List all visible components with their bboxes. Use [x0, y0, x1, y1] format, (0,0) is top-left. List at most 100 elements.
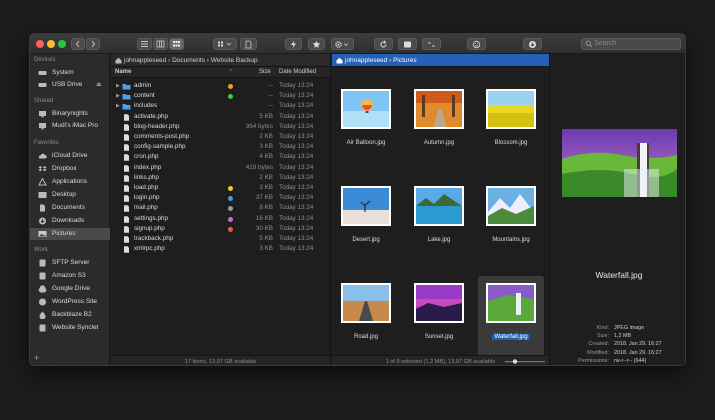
- table-row[interactable]: config-sample.php 3 KB Today 13:24: [111, 142, 330, 152]
- column-header: Name ^ Size Date Modified: [111, 67, 330, 78]
- php-file-icon: [124, 246, 129, 253]
- sidebar-item-wordpress-site[interactable]: WordPress Site: [30, 296, 110, 308]
- sidebar-item-desktop[interactable]: Desktop: [30, 189, 110, 201]
- terminal-button[interactable]: [398, 38, 417, 50]
- new-file-button[interactable]: [240, 38, 257, 50]
- sidebar-item-documents[interactable]: Documents: [30, 202, 110, 214]
- color-tag: [228, 226, 233, 232]
- forward-button[interactable]: [86, 38, 100, 50]
- sidebar-item-downloads[interactable]: Downloads: [30, 215, 110, 227]
- table-row[interactable]: comments-post.php 2 KB Today 13:24: [111, 132, 330, 142]
- refresh-button[interactable]: [374, 38, 393, 50]
- table-row[interactable]: login.php 37 KB Today 13:24: [111, 193, 330, 203]
- breadcrumb-item[interactable]: Documents: [172, 57, 205, 64]
- table-row[interactable]: index.php 418 bytes Today 13:24: [111, 163, 330, 173]
- icon-item[interactable]: Sunset.jpg: [406, 276, 472, 356]
- toolbar: Search: [30, 34, 685, 54]
- add-sidebar-item-button[interactable]: +: [34, 353, 39, 363]
- table-row[interactable]: mail.php 8 KB Today 13:24: [111, 203, 330, 213]
- hard-drive-icon: [38, 71, 47, 75]
- sidebar-item-dropbox[interactable]: Dropbox: [30, 163, 110, 175]
- disclosure-triangle-icon[interactable]: ▶: [116, 81, 120, 91]
- table-row[interactable]: blog-header.php 364 bytes Today 13:24: [111, 122, 330, 132]
- table-row[interactable]: ▶ admin -- Today 13:24: [111, 81, 330, 91]
- php-file-icon: [124, 205, 129, 213]
- table-row[interactable]: activate.php 5 KB Today 13:24: [111, 112, 330, 122]
- sidebar-item-system[interactable]: System: [30, 67, 110, 79]
- search-placeholder: Search: [594, 40, 617, 47]
- sidebar-item-label: System: [52, 69, 74, 76]
- sidebar-item-website-synclet[interactable]: Website Synclet: [30, 322, 110, 334]
- icon-item[interactable]: Blossom.jpg: [478, 82, 544, 162]
- connect-button[interactable]: [422, 38, 441, 50]
- icon-item[interactable]: Mountains.jpg: [478, 179, 544, 259]
- column-view-button[interactable]: [153, 38, 168, 50]
- sidebar-item-google-drive[interactable]: Google Drive: [30, 283, 110, 295]
- sidebar-item-applications[interactable]: Applications: [30, 176, 110, 188]
- table-row[interactable]: load.php 3 KB Today 13:24: [111, 183, 330, 193]
- php-file-icon: [124, 175, 129, 182]
- search-input[interactable]: Search: [581, 38, 681, 50]
- file-size: 418 bytes: [245, 163, 273, 171]
- download-button[interactable]: [523, 38, 542, 50]
- sidebar-item-label: USB Drive: [52, 81, 83, 88]
- sidebar-item-icloud-drive[interactable]: iCloud Drive: [30, 150, 110, 162]
- file-size: 2 KB: [259, 173, 273, 181]
- sidebar-item-imac-pro[interactable]: Mudi's iMac Pro: [30, 120, 110, 132]
- action-menu-button[interactable]: [331, 38, 354, 50]
- icon-item[interactable]: Road.jpg: [333, 276, 399, 356]
- emoji-button[interactable]: [467, 38, 486, 50]
- sidebar-item-binarynights[interactable]: Binarynights: [30, 108, 110, 120]
- table-row[interactable]: links.php 2 KB Today 13:24: [111, 173, 330, 183]
- table-row[interactable]: xmlrpc.php 3 KB Today 13:24: [111, 244, 330, 254]
- size-column-header[interactable]: Size: [259, 67, 271, 78]
- table-row[interactable]: trackback.php 5 KB Today 13:24: [111, 234, 330, 244]
- list-view-button[interactable]: [137, 38, 152, 50]
- breadcrumb-item[interactable]: Website Backup: [211, 57, 258, 64]
- name-column-header[interactable]: Name: [115, 67, 131, 78]
- icon-item[interactable]: Air Balloon.jpg: [333, 82, 399, 162]
- disclosure-triangle-icon[interactable]: ▶: [116, 101, 120, 111]
- breadcrumb-item[interactable]: johnappleseed: [345, 57, 387, 64]
- arrange-menu-button[interactable]: [213, 38, 237, 50]
- sidebar-item-usb-drive[interactable]: USB Drive ⏏: [30, 79, 110, 91]
- eject-icon[interactable]: ⏏: [96, 79, 102, 91]
- table-row[interactable]: settings.php 16 KB Today 13:24: [111, 214, 330, 224]
- disclosure-triangle-icon[interactable]: ▶: [116, 91, 120, 101]
- air-balloon-thumbnail: [341, 89, 391, 129]
- favorite-button[interactable]: [308, 38, 325, 50]
- sidebar-item-amazon-s3[interactable]: Amazon S3: [30, 270, 110, 282]
- file-name: admin: [134, 82, 152, 89]
- breadcrumb-item[interactable]: johnappleseed: [124, 57, 166, 64]
- table-row[interactable]: ▶ includes -- Today 13:24: [111, 101, 330, 111]
- terminal-icon: [404, 41, 411, 48]
- zoom-slider[interactable]: [505, 359, 545, 364]
- sidebar-item-pictures[interactable]: Pictures: [30, 228, 110, 240]
- right-file-pane: johnappleseed › Pictures Air Balloon.jpg…: [332, 54, 550, 365]
- table-row[interactable]: cron.php 4 KB Today 13:24: [111, 152, 330, 162]
- table-row[interactable]: signup.php 30 KB Today 13:24: [111, 224, 330, 234]
- icon-item[interactable]: Autumn.jpg: [406, 82, 472, 162]
- sidebar-item-label: Applications: [52, 178, 88, 185]
- sidebar-item-backblaze-b2[interactable]: Backblaze B2: [30, 309, 110, 321]
- icon-item-selected[interactable]: Waterfall.jpg: [478, 276, 544, 356]
- icon-view-button[interactable]: [169, 38, 184, 50]
- file-name: comments-post.php: [134, 133, 190, 140]
- gear-icon: [335, 41, 349, 48]
- table-row[interactable]: ▶ content -- Today 13:24: [111, 91, 330, 101]
- file-size: 8 KB: [259, 204, 273, 212]
- downloads-icon: [39, 217, 46, 225]
- file-size: 5 KB: [259, 235, 273, 242]
- back-button[interactable]: [71, 38, 85, 50]
- date-column-header[interactable]: Date Modified: [279, 67, 316, 78]
- color-tag: [228, 84, 233, 89]
- icon-item[interactable]: Desert.jpg: [333, 179, 399, 259]
- zoom-window-button[interactable]: [58, 40, 66, 48]
- breadcrumb-item[interactable]: Pictures: [393, 57, 416, 64]
- quick-action-button[interactable]: [285, 38, 302, 50]
- icon-item[interactable]: Lake.jpg: [406, 179, 472, 259]
- close-window-button[interactable]: [36, 40, 44, 48]
- sidebar-item-sftp-server[interactable]: SFTP Server: [30, 257, 110, 269]
- sidebar-section-work: Work: [34, 247, 48, 253]
- minimize-window-button[interactable]: [47, 40, 55, 48]
